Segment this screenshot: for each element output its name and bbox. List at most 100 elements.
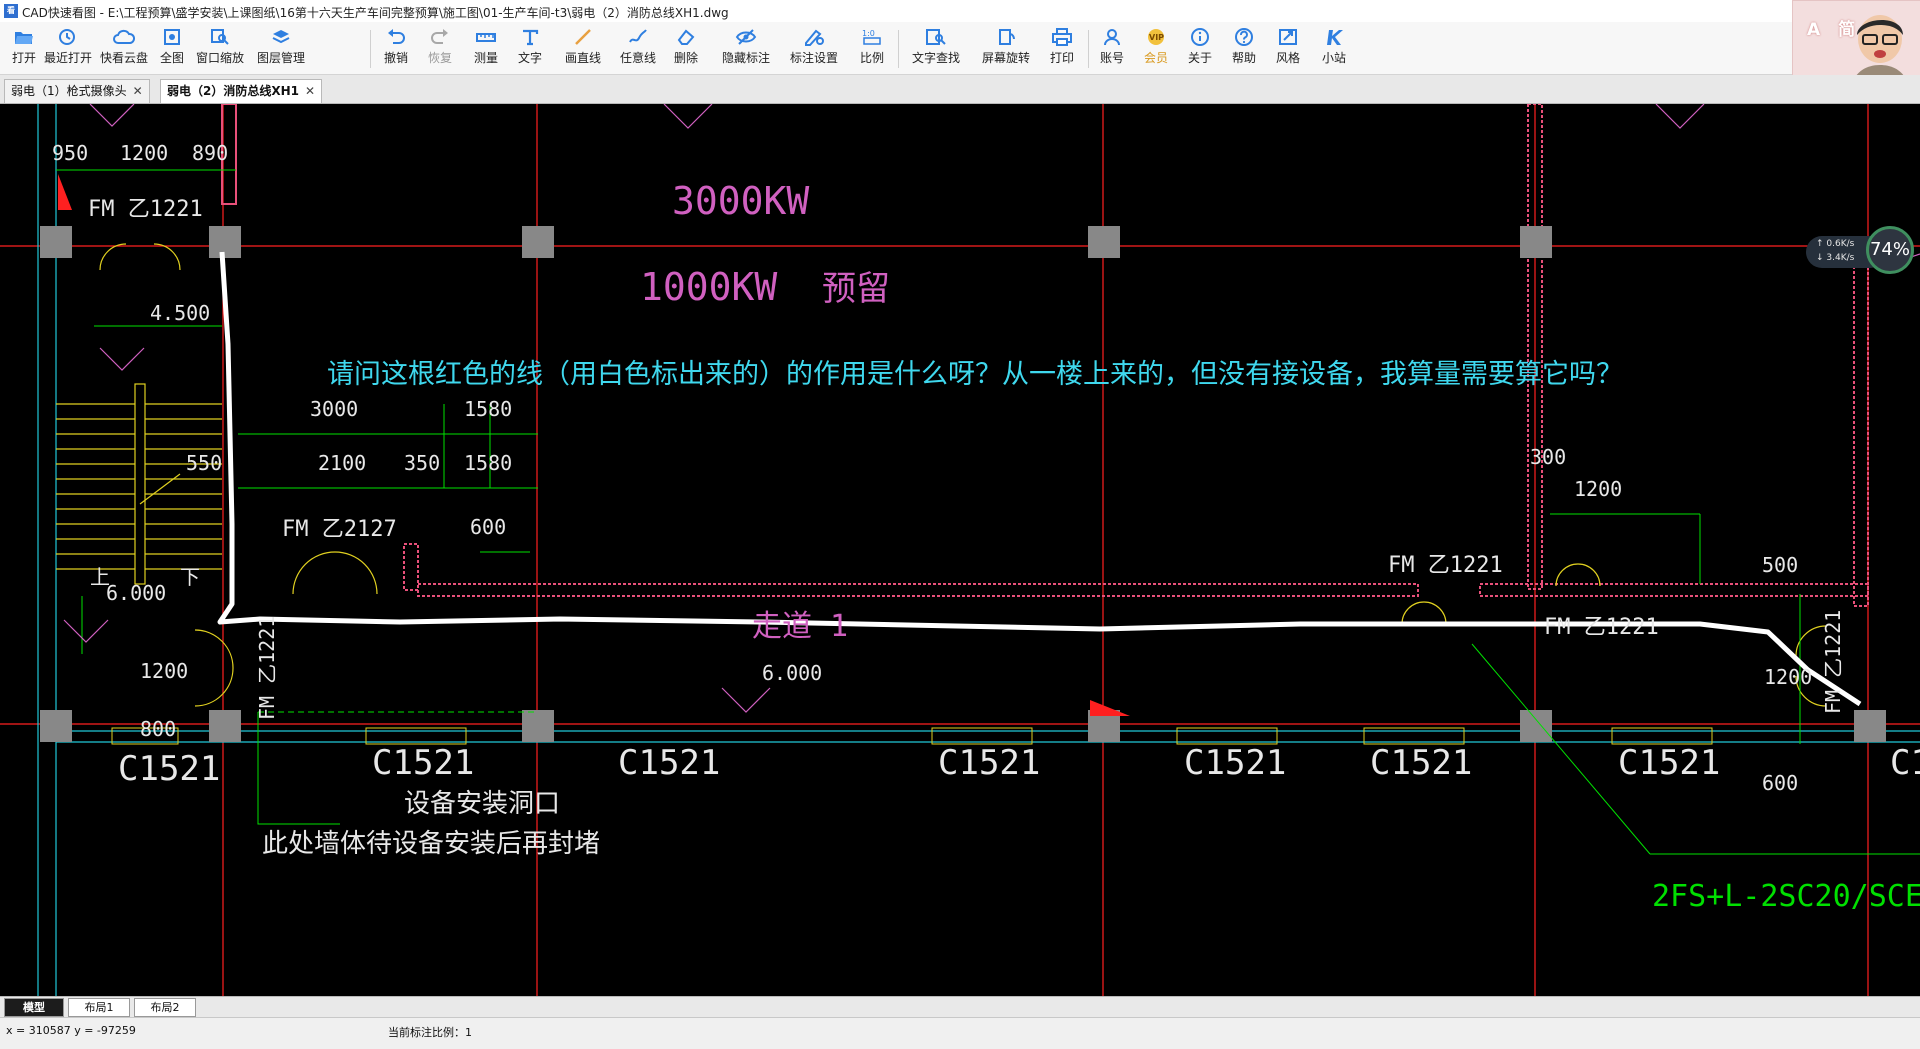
door-label: FM 乙2127 <box>282 517 397 542</box>
door-label: FM 乙1221 <box>255 616 279 720</box>
svg-text:VIP: VIP <box>1149 33 1164 42</box>
window-zoom-icon <box>211 29 229 45</box>
folder-open-icon <box>15 32 33 44</box>
text-button[interactable]: 文字 <box>514 26 546 72</box>
window-label: C1521 <box>618 743 720 783</box>
tab-layout-1[interactable]: 布局1 <box>68 998 130 1017</box>
close-tab-icon[interactable]: ✕ <box>133 84 143 98</box>
drawing-canvas[interactable]: 3000KW 1000KW 预留 950 1200 890 4.500 3000… <box>0 104 1920 996</box>
printer-icon <box>1052 28 1072 46</box>
upload-speed: ↑ 0.6K/s <box>1816 239 1855 249</box>
tab-model[interactable]: 模型 <box>4 998 64 1017</box>
cloud-drive-button[interactable]: 快看云盘 <box>96 26 152 72</box>
rotate-screen-icon <box>999 29 1015 45</box>
freehand-icon <box>629 29 647 43</box>
window-label: C1521 <box>1184 743 1286 783</box>
dimension-label: 2100 <box>318 451 366 475</box>
usage-gauge: 74% <box>1866 226 1914 274</box>
freehand-line-button[interactable]: 任意线 <box>616 26 660 72</box>
dimension-label: 1200 <box>1764 665 1812 689</box>
app-logo-icon: 看 <box>4 4 18 18</box>
about-button[interactable]: 关于 <box>1184 26 1216 72</box>
tab-layout-2[interactable]: 布局2 <box>134 998 196 1017</box>
question-annotation: 请问这根红色的线（用白色标出来的）的作用是什么呀？从一楼上来的，但没有接设备，我… <box>327 359 1623 390</box>
ruler-icon <box>476 33 496 42</box>
dimension-label: 6.000 <box>106 581 166 605</box>
layer-manager-button[interactable]: 图层管理 <box>252 26 310 72</box>
scale-button[interactable]: 1:0 比例 <box>856 26 888 72</box>
cad-drawing: 3000KW 1000KW 预留 950 1200 890 4.500 3000… <box>0 104 1920 996</box>
close-tab-icon[interactable]: ✕ <box>305 84 315 98</box>
power-label: 预留 <box>822 269 890 309</box>
window-title: CAD快速看图 - E:\工程预算\盛学安装\上课图纸\16第十六天生产车间完整… <box>22 6 729 20</box>
corridor-label: 走道 1 <box>752 609 848 644</box>
toolbar-separator <box>1088 30 1089 68</box>
window-label: C1521 <box>118 749 220 789</box>
title-bar: 看 CAD快速看图 - E:\工程预算\盛学安装\上课图纸\16第十六天生产车间… <box>0 0 1920 23</box>
open-button[interactable]: 打开 <box>6 26 42 72</box>
vip-button[interactable]: VIP 会员 <box>1140 26 1172 72</box>
undo-icon <box>388 29 405 44</box>
tab-weak-current-2[interactable]: 弱电（2）消防总线XH1 ✕ <box>160 79 323 103</box>
dimension-label: 4.500 <box>150 301 210 325</box>
info-icon <box>1191 28 1209 46</box>
eraser-icon <box>677 29 695 45</box>
door-label: FM 乙1221 <box>1544 615 1659 640</box>
note-wall-seal: 此处墙体待设备安装后再封堵 <box>262 829 600 859</box>
document-tab-bar: 弱电（1）枪式摄像头 ✕ 弱电（2）消防总线XH1 ✕ <box>0 75 1920 104</box>
annotation-settings-icon <box>805 29 824 46</box>
text-icon <box>523 29 539 46</box>
text-search-icon <box>926 29 946 45</box>
undo-button[interactable]: 撤销 <box>380 26 412 72</box>
download-speed: ↓ 3.4K/s <box>1816 253 1855 263</box>
style-button[interactable]: 风格 <box>1272 26 1304 72</box>
stair-down-label: 下 <box>180 565 200 589</box>
delete-button[interactable]: 删除 <box>670 26 702 72</box>
hide-annotations-button[interactable]: 隐藏标注 <box>718 26 774 72</box>
print-button[interactable]: 打印 <box>1046 26 1078 72</box>
network-speed-widget[interactable]: ↑ 0.6K/s ↓ 3.4K/s 74% <box>1806 226 1914 276</box>
station-icon <box>1327 30 1343 45</box>
scale-icon: 1:0 <box>862 29 881 45</box>
door-label: FM 乙1221 <box>88 197 203 222</box>
window-zoom-button[interactable]: 窗口缩放 <box>192 26 248 72</box>
text-search-button[interactable]: 文字查找 <box>908 26 964 72</box>
cable-spec-label: 2FS+L-2SC20/SCE <box>1652 879 1920 914</box>
style-icon <box>1279 29 1297 45</box>
station-button[interactable]: 小站 <box>1318 26 1350 72</box>
layers-icon <box>272 30 290 44</box>
redo-button[interactable]: 恢复 <box>424 26 456 72</box>
dimension-label: 1580 <box>464 451 512 475</box>
redo-icon <box>431 29 448 44</box>
dimension-label: 550 <box>186 451 222 475</box>
layout-tab-bar: 模型 布局1 布局2 <box>0 996 1920 1017</box>
window-label: C1521 <box>938 743 1040 783</box>
dimension-label: 1200 <box>140 659 188 683</box>
window-label: C1 <box>1890 743 1920 783</box>
main-toolbar: 打开 最近打开 快看云盘 全图 窗口缩放 图层管理 撤销 恢复 测量 文字 画直… <box>0 22 1920 75</box>
measure-button[interactable]: 测量 <box>470 26 502 72</box>
line-icon <box>575 29 591 45</box>
tab-weak-current-1[interactable]: 弱电（1）枪式摄像头 ✕ <box>4 79 150 103</box>
note-equipment-opening: 设备安装洞口 <box>404 789 560 819</box>
dimension-label: 350 <box>404 451 440 475</box>
toolbar-separator <box>370 30 371 68</box>
dimension-label: 890 <box>192 141 228 165</box>
history-icon <box>59 29 75 45</box>
fit-all-button[interactable]: 全图 <box>156 26 188 72</box>
rotate-screen-button[interactable]: 屏幕旋转 <box>978 26 1034 72</box>
draw-line-button[interactable]: 画直线 <box>560 26 606 72</box>
help-button[interactable]: 帮助 <box>1228 26 1260 72</box>
account-button[interactable]: 账号 <box>1096 26 1128 72</box>
annotation-settings-button[interactable]: 标注设置 <box>786 26 842 72</box>
cloud-icon <box>113 29 135 44</box>
dimension-label: 800 <box>140 717 176 741</box>
dimension-label: 950 <box>52 141 88 165</box>
window-label: C1521 <box>1370 743 1472 783</box>
dimension-label: 500 <box>1762 553 1798 577</box>
fit-all-icon <box>164 29 180 45</box>
recent-open-button[interactable]: 最近打开 <box>44 26 92 72</box>
door-label: FM 乙1221 <box>1821 610 1845 714</box>
account-icon <box>1104 29 1120 46</box>
outer-walls <box>37 104 1920 996</box>
